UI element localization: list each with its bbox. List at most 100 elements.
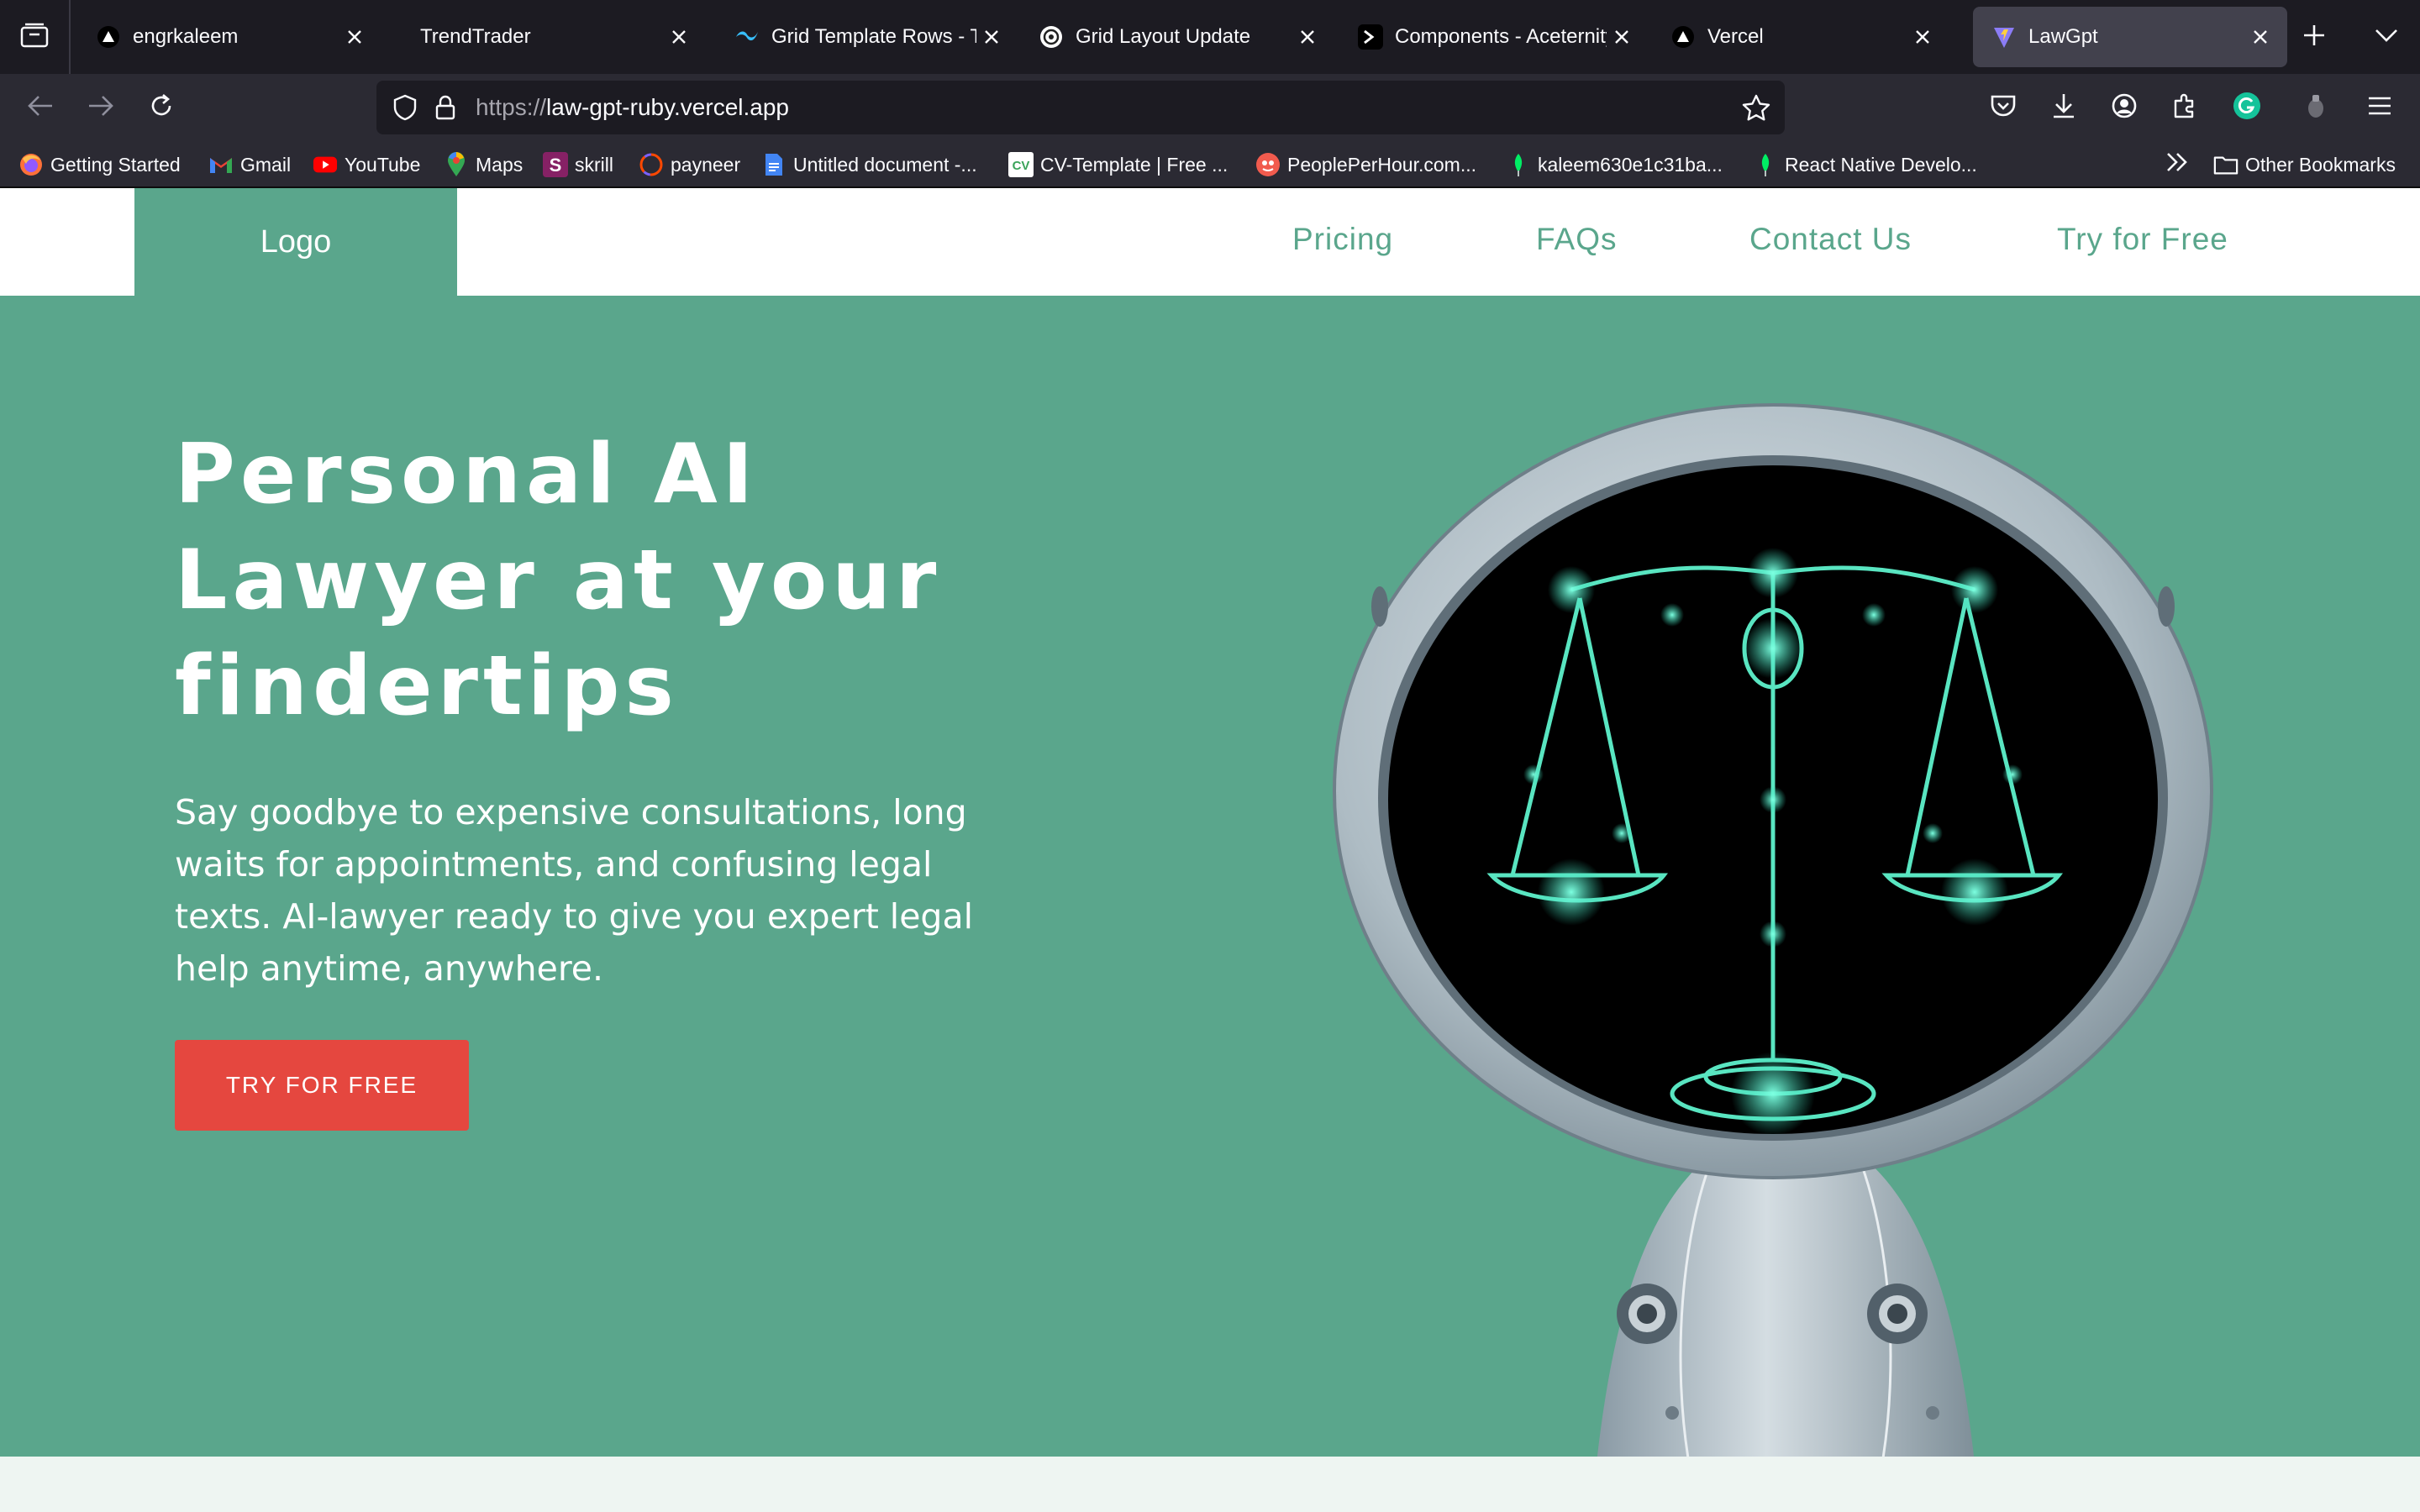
tab-title: Grid Template Rows - Tai (771, 25, 976, 48)
account-icon (2111, 92, 2138, 123)
skrill-icon: S (543, 152, 568, 177)
forward-button[interactable] (81, 87, 121, 128)
shield-icon[interactable] (385, 87, 425, 128)
svg-text:S: S (550, 155, 562, 176)
site-logo[interactable]: Logo (134, 188, 457, 296)
close-icon[interactable] (1607, 22, 1637, 52)
bookmark-youtube[interactable]: YouTube (313, 150, 420, 180)
pocket-icon (1990, 93, 2017, 123)
bookmark-payneer[interactable]: payneer (639, 150, 740, 180)
bookmark-label: PeoplePerHour.com... (1287, 153, 1477, 176)
tab-grid-layout-update[interactable]: Grid Layout Update (1020, 7, 1334, 67)
grammarly-extension-button[interactable] (2227, 87, 2267, 128)
bookmark-untitled-document[interactable]: Untitled document -... (761, 150, 977, 180)
url-host: law-gpt-ruby.vercel.app (546, 94, 789, 120)
list-all-tabs-button[interactable] (2368, 18, 2405, 55)
bookmark-gmail[interactable]: Gmail (208, 150, 291, 180)
bookmarks-overflow-button[interactable] (2165, 150, 2190, 180)
url-text[interactable]: https://law-gpt-ruby.vercel.app (476, 94, 789, 121)
extension-button[interactable] (2296, 87, 2336, 128)
close-icon[interactable] (1907, 22, 1938, 52)
bookmark-cv-template[interactable]: CV CV-Template | Free ... (1008, 150, 1228, 180)
tab-components-aceternity[interactable]: Components - Aceternity (1339, 7, 1640, 67)
bookmarks-toolbar: Getting Started Gmail YouTube Maps S skr… (0, 141, 2420, 188)
svg-text:CV: CV (1013, 159, 1030, 173)
double-chevron-right-icon (2165, 151, 2190, 178)
tab-title: Components - Aceternity (1395, 25, 1607, 48)
bookmark-maps[interactable]: Maps (444, 150, 523, 180)
bookmark-label: payneer (671, 153, 741, 176)
download-icon (2051, 92, 2076, 123)
hero-title-line: Personal AI (175, 427, 759, 522)
bookmark-label: Getting Started (50, 153, 181, 176)
bookmark-label: Other Bookmarks (2245, 153, 2396, 176)
new-tab-button[interactable] (2296, 18, 2333, 55)
mongodb-leaf-icon (1753, 152, 1778, 177)
folder-icon (2213, 152, 2238, 177)
nav-faqs[interactable]: FAQs (1536, 222, 1618, 257)
site-header: Logo Pricing FAQs Contact Us Try for Fre… (0, 188, 2420, 296)
nav-try-for-free[interactable]: Try for Free (2057, 222, 2228, 257)
url-bar[interactable]: https://law-gpt-ruby.vercel.app (376, 81, 1785, 134)
nav-pricing[interactable]: Pricing (1292, 222, 1393, 257)
bookmark-react-native[interactable]: React Native Develo... (1753, 150, 1977, 180)
plus-icon (2302, 24, 2326, 51)
bookmark-label: kaleem630e1c31ba... (1538, 153, 1723, 176)
page-viewport: Logo Pricing FAQs Contact Us Try for Fre… (0, 188, 2420, 1512)
other-bookmarks-folder[interactable]: Other Bookmarks (2213, 150, 2396, 180)
vercel-triangle-icon (1670, 24, 1696, 50)
mongodb-leaf-icon (1506, 152, 1531, 177)
payoneer-icon (639, 152, 664, 177)
tab-title: LawGpt (2028, 25, 2098, 48)
back-button[interactable] (20, 87, 60, 128)
reload-icon (148, 92, 175, 123)
bookmark-peopleperhour[interactable]: PeoplePerHour.com... (1255, 150, 1476, 180)
bookmark-label: CV-Template | Free ... (1040, 153, 1228, 176)
lock-icon[interactable] (425, 87, 466, 128)
youtube-icon (313, 152, 338, 177)
close-icon[interactable] (2245, 22, 2275, 52)
bookmark-label: React Native Develo... (1785, 153, 1977, 176)
tailwind-icon (734, 24, 760, 50)
bookmark-getting-started[interactable]: Getting Started (18, 150, 181, 180)
tab-title: engrkaleem (133, 25, 239, 48)
tab-engrkaleem[interactable]: engrkaleem (77, 7, 381, 67)
star-icon[interactable] (1736, 87, 1776, 128)
arrow-left-icon (27, 94, 54, 122)
bookmark-kaleem-mongodb[interactable]: kaleem630e1c31ba... (1506, 150, 1723, 180)
tab-list-button[interactable] (0, 0, 71, 74)
tab-vercel[interactable]: Vercel (1652, 7, 1949, 67)
bookmark-skrill[interactable]: S skrill (543, 150, 613, 180)
gmail-icon (208, 152, 234, 177)
close-icon[interactable] (339, 22, 370, 52)
nav-contact-us[interactable]: Contact Us (1749, 222, 1912, 257)
chevron-down-icon (2375, 28, 2398, 47)
next-section (0, 1457, 2420, 1512)
reload-button[interactable] (141, 87, 182, 128)
hero-title-line: findertips (175, 638, 679, 734)
close-icon[interactable] (976, 22, 1007, 52)
extension-avatar-icon (2306, 93, 2326, 123)
tab-title: TrendTrader (420, 25, 531, 48)
bookmark-label: YouTube (345, 153, 421, 176)
openai-icon (1039, 24, 1064, 50)
account-button[interactable] (2104, 87, 2144, 128)
hero-title-line: Lawyer at your (175, 533, 942, 628)
close-icon[interactable] (1292, 22, 1323, 52)
tab-trendtrader[interactable]: TrendTrader (392, 7, 706, 67)
hero-title: Personal AI Lawyer at your findertips (175, 422, 1099, 739)
pocket-button[interactable] (1983, 87, 2023, 128)
extensions-button[interactable] (2165, 87, 2205, 128)
logo-text: Logo (260, 223, 332, 260)
close-icon[interactable] (664, 22, 694, 52)
puzzle-icon (2171, 92, 2198, 123)
app-menu-button[interactable] (2360, 87, 2400, 128)
vite-icon (1991, 24, 2017, 50)
tab-lawgpt[interactable]: LawGpt (1973, 7, 2287, 67)
hamburger-menu-icon (2367, 96, 2392, 120)
tab-grid-template-rows[interactable]: Grid Template Rows - Tai (716, 7, 1010, 67)
aceternity-icon (1358, 24, 1383, 50)
downloads-button[interactable] (2044, 87, 2084, 128)
try-for-free-button[interactable]: TRY FOR FREE (175, 1040, 469, 1131)
tab-title: Grid Layout Update (1076, 25, 1251, 48)
